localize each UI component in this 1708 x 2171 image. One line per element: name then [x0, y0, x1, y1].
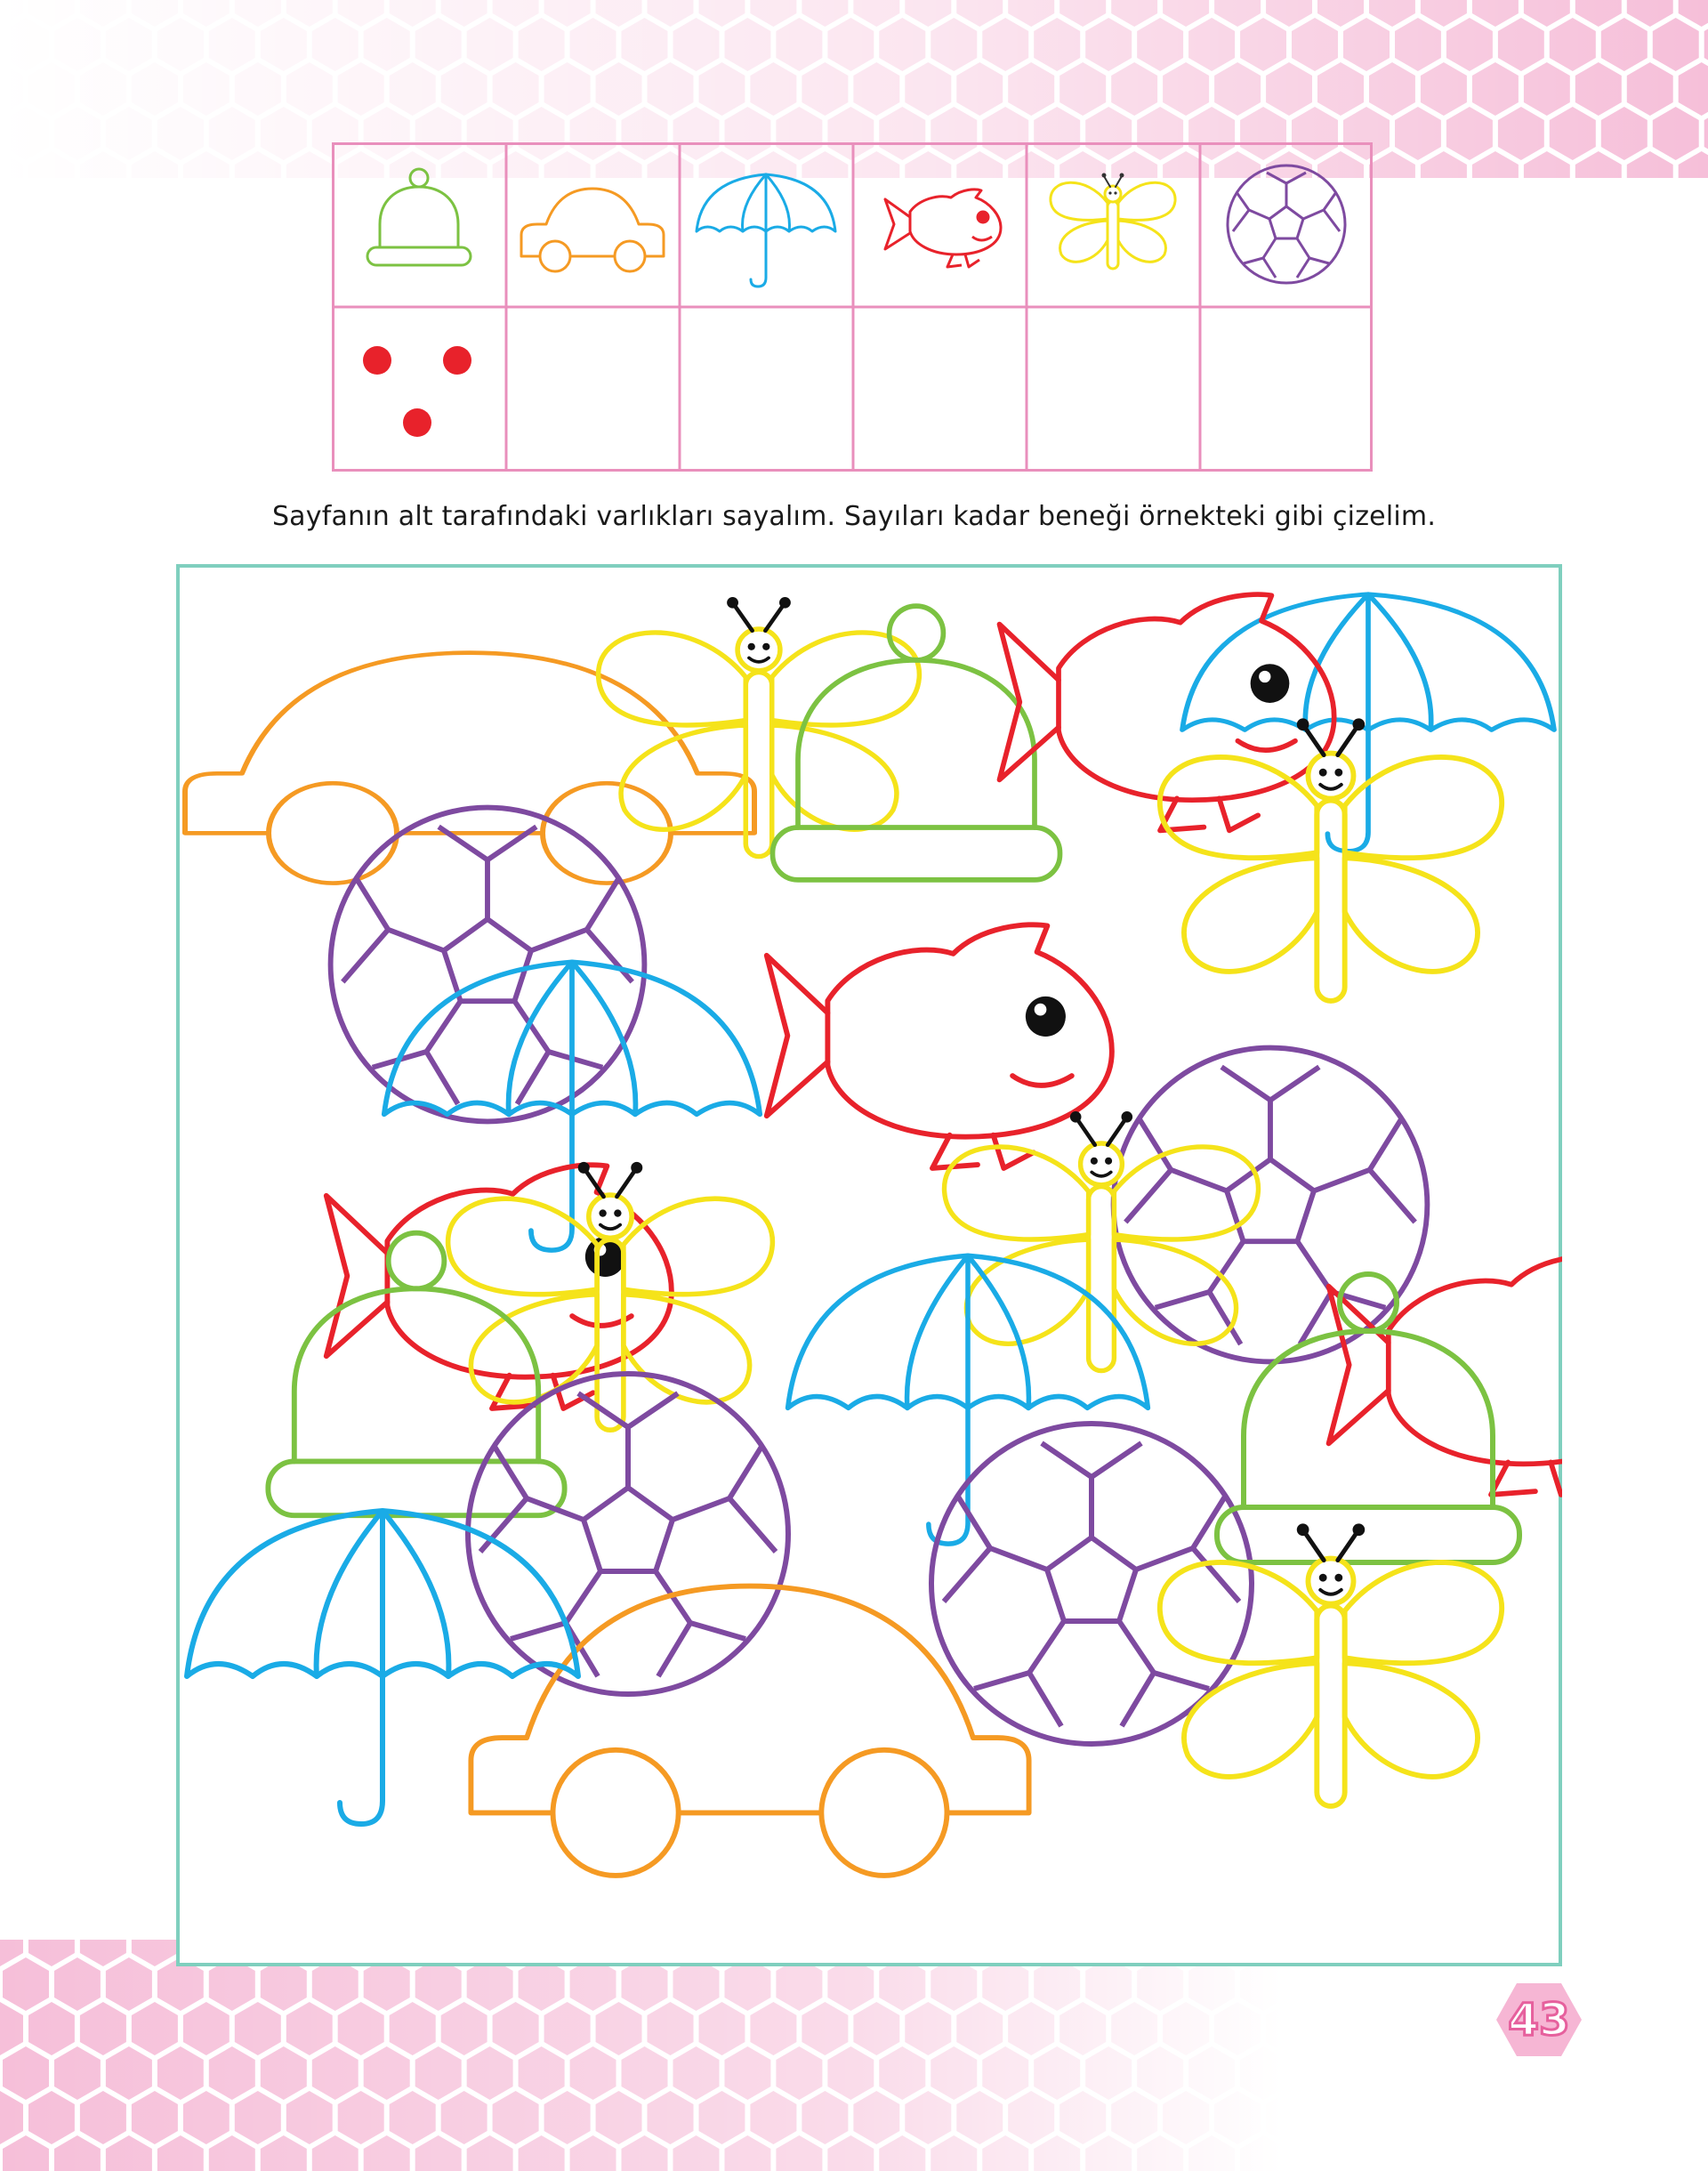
counting-table — [332, 142, 1373, 472]
example-dots — [363, 346, 471, 437]
soccer-ball-icon — [1226, 164, 1347, 285]
page-number-badge: 43 — [1494, 1980, 1583, 2060]
instruction-text: Sayfanın alt tarafındaki varlıkları saya… — [271, 501, 1437, 532]
beanie-hat-icon — [366, 167, 472, 267]
car-icon — [520, 187, 665, 273]
butterfly-icon — [1049, 173, 1177, 270]
page-number: 43 — [1507, 1993, 1572, 2047]
umbrella-icon — [695, 173, 837, 288]
fish-icon — [883, 188, 1003, 269]
counting-picture — [176, 564, 1562, 1966]
hexagon-pattern-bottom — [0, 1940, 1708, 2171]
